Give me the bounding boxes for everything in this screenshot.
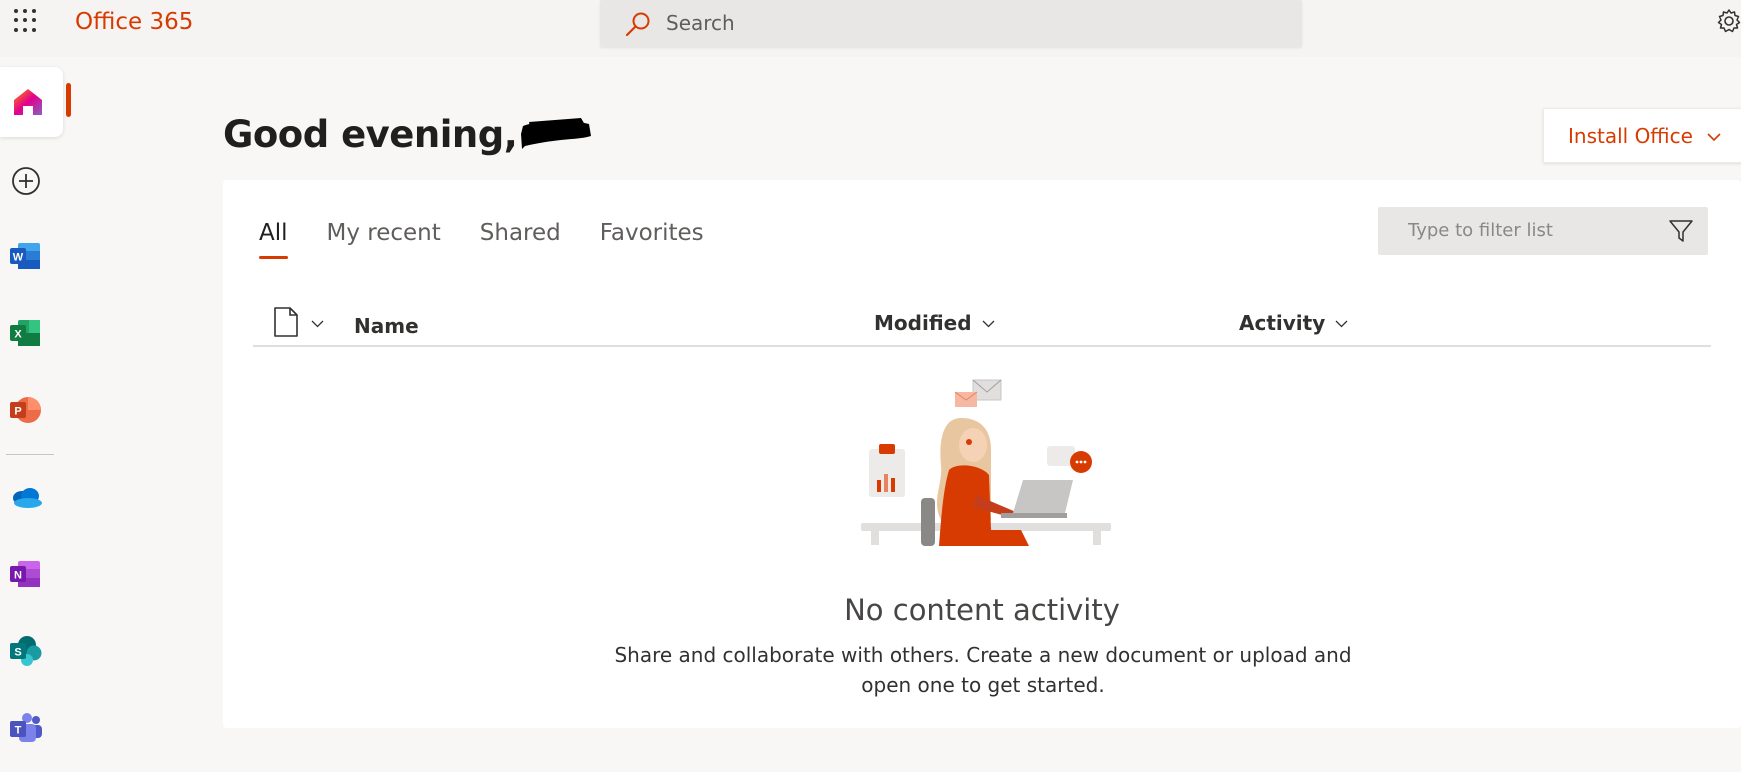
page-title: Good evening, <box>223 113 592 156</box>
svg-text:X: X <box>14 329 22 341</box>
rail-item-home[interactable] <box>0 67 63 137</box>
filter-box[interactable]: Type to filter list <box>1378 207 1708 255</box>
search-icon <box>625 12 650 37</box>
search-input[interactable]: Search <box>666 11 735 35</box>
chevron-down-icon <box>1707 133 1721 142</box>
app-rail: W X P N S T <box>0 57 71 772</box>
filter-input[interactable]: Type to filter list <box>1408 220 1553 241</box>
create-icon[interactable] <box>8 163 44 199</box>
svg-text:W: W <box>13 252 24 264</box>
excel-icon[interactable]: X <box>8 315 44 351</box>
install-office-label: Install Office <box>1568 124 1693 148</box>
column-header-modified[interactable]: Modified <box>874 311 995 335</box>
home-icon <box>14 89 42 115</box>
active-indicator <box>66 83 71 117</box>
top-bar: Office 365 Search <box>0 0 1741 57</box>
teams-icon[interactable]: T <box>8 710 44 746</box>
tab-shared[interactable]: Shared <box>480 220 561 258</box>
onenote-icon[interactable]: N <box>8 556 44 592</box>
greeting-text: Good evening, <box>223 113 518 156</box>
gear-icon[interactable] <box>1716 8 1741 34</box>
word-icon[interactable]: W <box>8 238 44 274</box>
empty-state-body: Share and collaborate with others. Creat… <box>614 643 1352 697</box>
search-box[interactable]: Search <box>600 0 1302 47</box>
documents-card: All My recent Shared Favorites Type to f… <box>223 180 1741 728</box>
tab-all[interactable]: All <box>259 220 288 259</box>
chevron-down-icon[interactable] <box>311 317 324 330</box>
install-office-button[interactable]: Install Office <box>1543 108 1741 163</box>
svg-text:N: N <box>14 570 22 582</box>
column-header-name[interactable]: Name <box>354 314 419 338</box>
svg-text:P: P <box>14 406 21 418</box>
modified-header-label: Modified <box>874 311 972 335</box>
column-header-activity[interactable]: Activity <box>1239 311 1348 335</box>
empty-state-illustration <box>861 379 1111 546</box>
filter-icon[interactable] <box>1668 218 1694 244</box>
powerpoint-icon[interactable]: P <box>8 392 44 428</box>
chevron-down-icon <box>982 320 994 327</box>
svg-text:T: T <box>15 725 22 737</box>
list-header: Name Modified Activity <box>253 303 1711 347</box>
redacted-name <box>521 117 592 149</box>
name-header-label: Name <box>354 314 419 338</box>
brand-title[interactable]: Office 365 <box>75 9 193 35</box>
chevron-down-icon <box>1335 320 1348 327</box>
tab-my-recent[interactable]: My recent <box>327 220 441 258</box>
tab-favorites[interactable]: Favorites <box>600 220 704 258</box>
onedrive-icon[interactable] <box>8 481 44 517</box>
tab-list: All My recent Shared Favorites <box>259 220 743 259</box>
app-launcher-icon[interactable] <box>14 8 38 32</box>
file-type-icon[interactable] <box>273 307 299 337</box>
svg-text:S: S <box>14 647 21 659</box>
sharepoint-icon[interactable]: S <box>8 633 44 669</box>
rail-divider <box>6 454 54 455</box>
empty-state-title: No content activity <box>844 593 1120 627</box>
activity-header-label: Activity <box>1239 311 1326 335</box>
